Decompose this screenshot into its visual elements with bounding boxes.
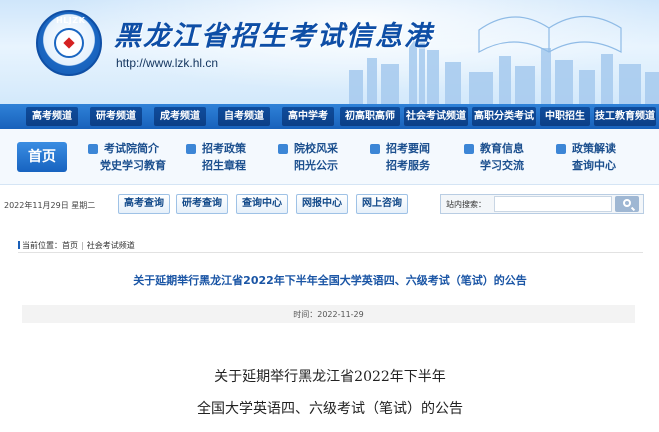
article-headline: 关于延期举行黑龙江省2022年下半年全国大学英语四、六级考试（笔试）的公告 [133,274,527,287]
policy-icon [186,144,196,154]
article-time: 时间：2022-11-29 [293,310,364,319]
nav-item-gaozhi-gaoshi[interactable]: 初高职高师 [340,107,400,126]
site-search-input[interactable] [494,196,612,212]
header-banner: HLJZK 黑龙江省招生考试信息港 http://www.lzk.hl.cn [0,0,659,104]
nav-item-gaozhi-fenlei[interactable]: 高职分类考试 [472,107,536,126]
quicklink-query-center[interactable]: 查询中心 [572,159,616,173]
interpretation-icon [556,144,566,154]
breadcrumb-channel[interactable]: 社会考试频道 [87,241,135,250]
logo-tag-text: HLJZK [56,16,86,25]
breadcrumb-divider [18,252,643,253]
query-center-button[interactable]: 查询中心 [236,194,288,214]
site-title: 黑龙江省招生考试信息港 [114,21,433,52]
quicklink-edu-info[interactable]: 教育信息 [480,142,524,156]
quicklink-party-history[interactable]: 党史学习教育 [100,159,166,173]
nav-item-jigong[interactable]: 技工教育频道 [594,107,656,126]
search-button[interactable] [615,196,639,212]
quicklink-news[interactable]: 招考要闻 [386,142,430,156]
main-nav: 高考频道 研考频道 成考频道 自考频道 高中学考 初高职高师 社会考试频道 高职… [0,104,659,129]
site-url: http://www.lzk.hl.cn [116,56,219,70]
nav-item-gaokao[interactable]: 高考频道 [26,107,78,126]
breadcrumb: 当前位置：首页 | 社会考试频道 [22,241,135,250]
breadcrumb-prefix: 当前位置： [22,241,62,250]
news-icon [370,144,380,154]
quicklink-intro[interactable]: 考试院简介 [104,142,159,156]
quicklink-public-notice[interactable]: 阳光公示 [294,159,338,173]
current-date: 2022年11月29日 星期二 [4,201,96,210]
site-logo[interactable]: HLJZK [36,10,102,76]
quicklink-services[interactable]: 招考服务 [386,159,430,173]
site-search-label: 站内搜索： [446,200,486,209]
article-time-bar: 时间：2022-11-29 [22,305,635,323]
nav-item-zhongzhi[interactable]: 中职招生 [540,107,590,126]
quicklink-colleges[interactable]: 院校风采 [294,142,338,156]
search-icon [623,199,631,207]
quick-links-panel: 首页 [0,129,659,185]
quicklink-policy[interactable]: 招考政策 [202,142,246,156]
online-registration-button[interactable]: 网报中心 [296,194,348,214]
info-icon [464,144,474,154]
quicklink-exchange[interactable]: 学习交流 [480,159,524,173]
home-button[interactable]: 首页 [17,142,67,172]
nav-item-shehui-kaoshi[interactable]: 社会考试频道 [404,107,468,126]
document-icon [88,144,98,154]
nav-item-xuekao[interactable]: 高中学考 [282,107,334,126]
nav-item-yankao[interactable]: 研考频道 [90,107,142,126]
quicklink-interpretation[interactable]: 政策解读 [572,142,616,156]
yankao-query-button[interactable]: 研考查询 [176,194,228,214]
breadcrumb-home[interactable]: 首页 [62,241,78,250]
gaokao-query-button[interactable]: 高考查询 [118,194,170,214]
location-marker-icon [18,241,20,249]
quicklink-charter[interactable]: 招生章程 [202,159,246,173]
nav-item-zikao[interactable]: 自考频道 [218,107,270,126]
nav-item-chengkao[interactable]: 成考频道 [154,107,206,126]
article-body-title-line2: 全国大学英语四、六级考试（笔试）的公告 [197,401,463,417]
article-body-title-line1: 关于延期举行黑龙江省2022年下半年 [214,369,446,385]
online-consult-button[interactable]: 网上咨询 [356,194,408,214]
school-icon [278,144,288,154]
